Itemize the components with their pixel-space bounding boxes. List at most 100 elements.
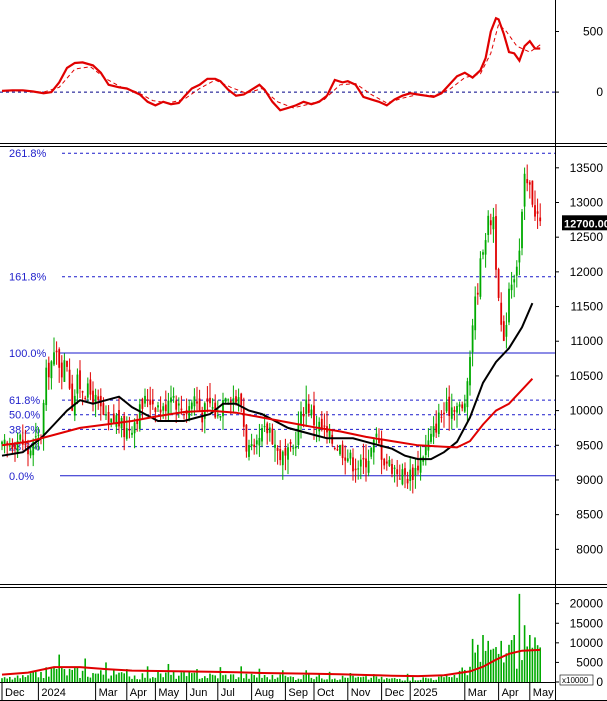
volume-bar (219, 667, 222, 682)
volume-bar (74, 668, 76, 682)
oscillator-tick-label: 500 (583, 25, 603, 39)
candle-body (68, 369, 71, 389)
candle-body (466, 381, 469, 408)
volume-bar (206, 678, 209, 682)
candle-body (115, 415, 118, 427)
candle-body (528, 182, 531, 185)
volume-bar (240, 666, 242, 682)
volume-bar (53, 667, 55, 682)
oscillator-series-line-0 (1, 16, 541, 112)
volume-bar (27, 675, 29, 682)
candle-body (359, 459, 362, 467)
candle-body (131, 432, 133, 435)
candle-body (206, 398, 209, 402)
volume-bar (162, 677, 164, 682)
volume-bar (308, 673, 310, 682)
month-label: Mar (468, 687, 487, 699)
volume-bar (469, 666, 471, 682)
volume-bar (430, 678, 432, 682)
volume-bar (375, 676, 378, 682)
volume-bar (224, 674, 227, 682)
candle-body (118, 410, 120, 427)
volume-bar (401, 680, 404, 682)
candle-body (443, 412, 445, 415)
volume-bar (282, 670, 284, 682)
candle-body (201, 412, 204, 423)
candle-body (328, 430, 331, 438)
volume-bar (391, 678, 393, 682)
x-axis: Dec 2024 Mar Apr May Jun Jul Aug Sep Oct Nov Dec 202… (1, 682, 554, 700)
volume-bar (287, 677, 289, 682)
candle-body (302, 414, 305, 417)
volume-bar (393, 677, 396, 682)
volume-tick-label: 20000 (570, 597, 604, 611)
candle-body (435, 423, 438, 433)
volume-bar (292, 676, 294, 682)
candle-body (224, 398, 227, 403)
volume-bar (523, 625, 526, 682)
candle-body (383, 458, 386, 466)
candle-body (1, 441, 3, 445)
candle-body (63, 360, 66, 382)
volume-bar (22, 675, 24, 682)
price-tick-label: 13500 (570, 161, 604, 175)
price-tick-label: 10500 (570, 369, 604, 383)
volume-bar (107, 678, 110, 682)
candle-body (289, 441, 292, 444)
candle-body (437, 412, 440, 435)
candle-body (505, 325, 508, 337)
candle-body (84, 397, 87, 399)
volume-bar (539, 647, 541, 682)
candle-body (151, 400, 154, 405)
volume-bar (347, 677, 349, 682)
volume-bar (453, 675, 456, 682)
candle-body (159, 409, 162, 413)
candle-body (391, 464, 393, 474)
price-tick-label: 12500 (570, 230, 604, 244)
volume-bar (383, 679, 385, 682)
candle-body (476, 292, 479, 295)
month-label: May (533, 687, 554, 699)
volume-bar (94, 673, 97, 682)
month-label: Apr (502, 687, 519, 699)
volume-bar (534, 637, 536, 682)
volume-bar (321, 678, 323, 682)
price-tick-label: 11500 (571, 300, 604, 314)
volume-bar (521, 660, 523, 682)
candle-body (487, 215, 490, 236)
volume-tick-label: 5000 (576, 655, 603, 669)
volume-bar (339, 679, 341, 682)
candle-body (297, 425, 300, 445)
volume-bar (432, 680, 435, 682)
candle-body (110, 418, 113, 423)
price-tick-label: 12000 (570, 265, 604, 279)
candle-body (216, 415, 219, 417)
candle-body (266, 423, 269, 434)
candle-body (250, 444, 253, 447)
volume-bar (209, 673, 211, 682)
candle-body (307, 403, 310, 413)
volume-bar (451, 677, 453, 682)
candle-body (271, 428, 274, 445)
candle-body (346, 458, 349, 462)
volume-bar (6, 678, 8, 682)
volume-bar (510, 640, 513, 682)
candle-body (235, 396, 237, 403)
candle-body (255, 440, 258, 445)
candle-body (333, 448, 336, 450)
candle-body (450, 407, 453, 419)
volume-bar (9, 676, 11, 682)
candle-body (245, 424, 248, 452)
candle-body (170, 397, 172, 403)
volume-bar (250, 673, 253, 682)
candle-body (323, 425, 326, 427)
candle-body (440, 416, 443, 418)
volume-bar (334, 678, 336, 682)
volume-bar (248, 678, 250, 682)
candle-body (81, 391, 84, 393)
candle-body (229, 400, 232, 403)
volume-bar (178, 675, 180, 682)
volume-bar (474, 652, 476, 682)
volume-bar (365, 676, 367, 682)
volume-bar (456, 677, 458, 682)
